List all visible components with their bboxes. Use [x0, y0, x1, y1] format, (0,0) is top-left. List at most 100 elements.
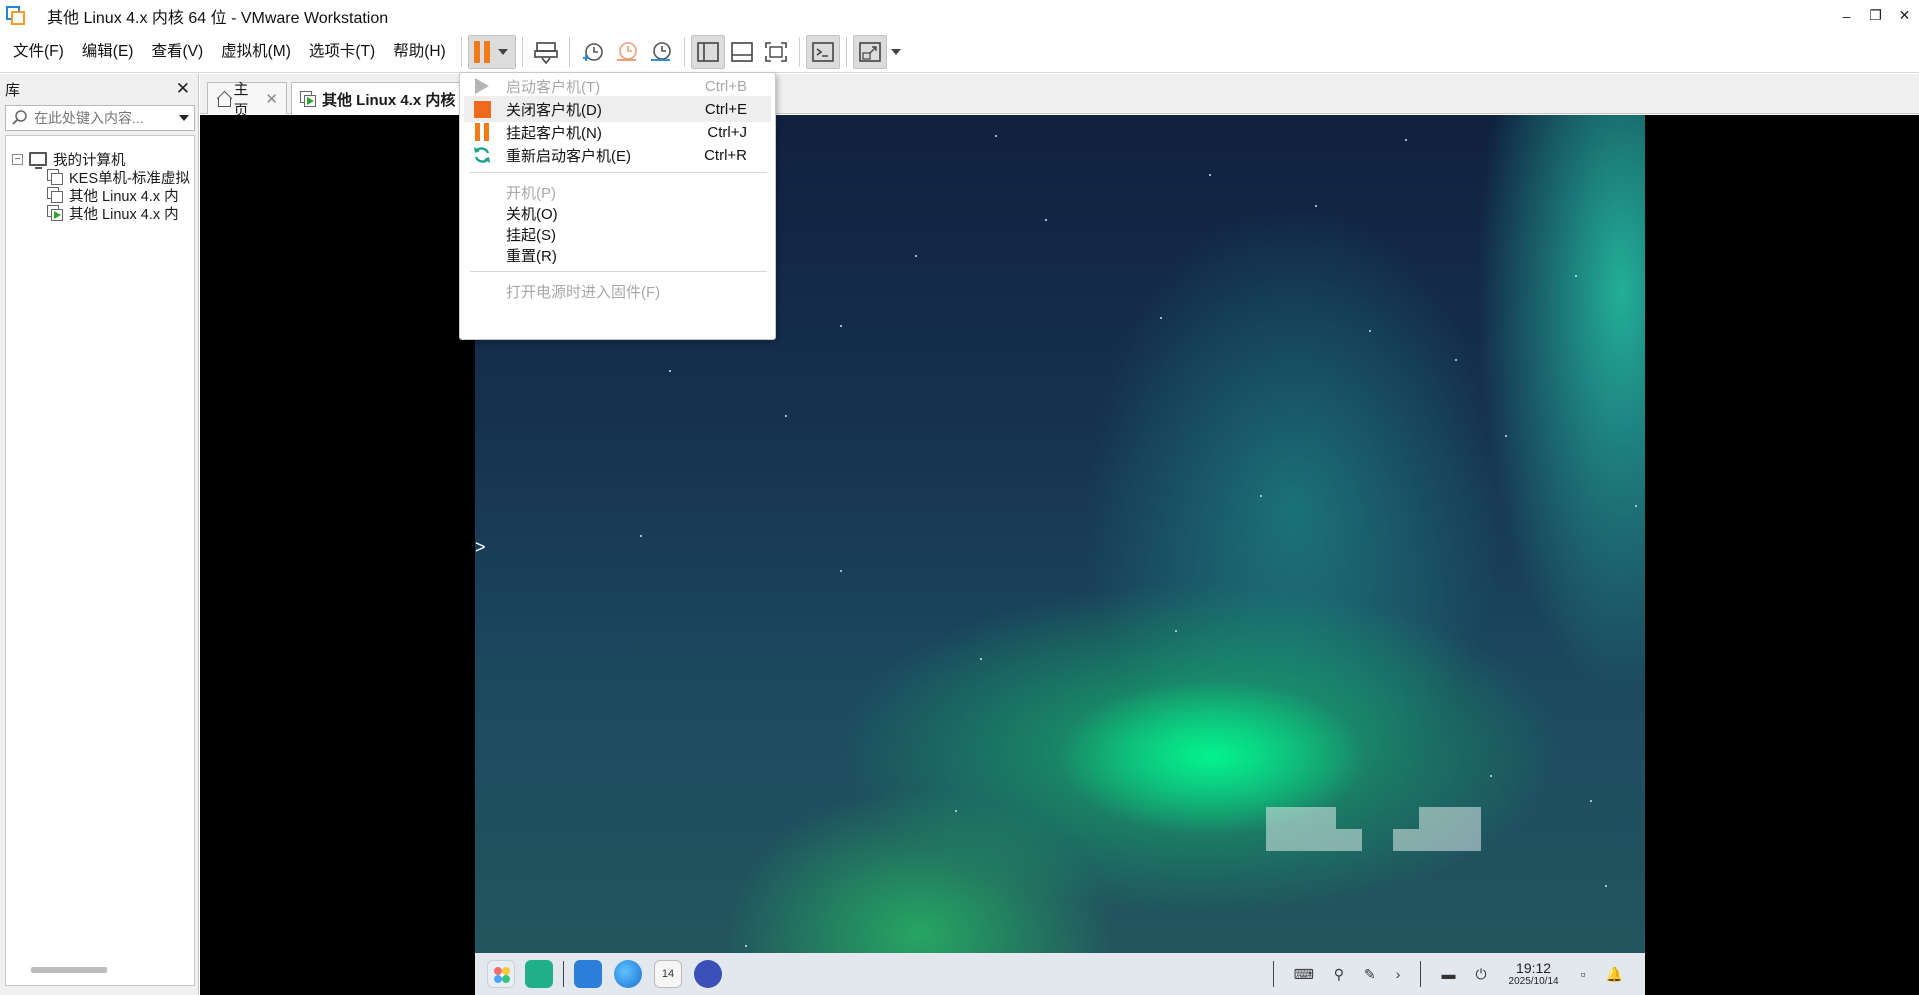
show-library-button[interactable] — [690, 34, 725, 69]
keyboard-icon[interactable]: ⌨ — [1294, 966, 1314, 983]
guest-taskbar: 14 ⌨ ⚲ ✎ › ▬ ⏻ 19:12 2025/10/14 ▫ 🔔 — [475, 953, 1645, 995]
menu-divider — [470, 271, 767, 272]
vmware-logo-icon — [5, 5, 27, 27]
pause-icon — [473, 40, 490, 63]
vm-icon — [47, 168, 64, 186]
search-dropdown-icon[interactable] — [179, 115, 189, 121]
star — [1590, 800, 1592, 802]
calendar-icon[interactable]: 14 — [654, 960, 682, 988]
tab-label: 主页 — [233, 80, 249, 119]
toolbar-separator — [798, 36, 800, 67]
desktop-widget-shape — [1393, 829, 1419, 851]
restore-button[interactable]: ❐ — [1861, 0, 1890, 31]
menu-tabs[interactable]: 选项卡(T) — [300, 31, 384, 73]
tab-label: 其他 Linux 4.x 内核 — [322, 91, 456, 109]
usb-icon[interactable]: ⚲ — [1334, 966, 1344, 983]
toolbar-separator — [521, 36, 523, 67]
star — [1575, 275, 1577, 277]
file-manager-icon[interactable] — [525, 960, 553, 988]
star — [1175, 630, 1177, 632]
menu-help[interactable]: 帮助(H) — [384, 31, 455, 73]
pen-icon[interactable]: ✎ — [1364, 966, 1376, 983]
star — [669, 370, 671, 372]
star — [1505, 435, 1507, 437]
snapshot-manager-button[interactable] — [644, 35, 678, 69]
library-pane: 库 ✕ − 我的计算机 KES单机-标准虚拟 其他 Linux 4.x 内 其他… — [0, 74, 199, 995]
star — [785, 415, 787, 417]
collapse-icon[interactable]: − — [12, 153, 23, 165]
star — [1369, 330, 1371, 332]
star — [1490, 775, 1492, 777]
browser-icon[interactable] — [614, 960, 642, 988]
clock-time: 19:12 — [1516, 960, 1552, 976]
window-title: 其他 Linux 4.x 内核 64 位 - VMware Workstatio… — [47, 9, 389, 27]
storage-icon[interactable]: ▬ — [1441, 966, 1455, 982]
minimize-button[interactable]: – — [1832, 0, 1861, 31]
settings-gear-icon[interactable] — [694, 960, 722, 988]
star — [1045, 219, 1047, 221]
stop-icon — [472, 99, 492, 119]
tab-vm[interactable]: 其他 Linux 4.x 内核 — [291, 82, 481, 115]
vm-running-icon — [47, 204, 64, 222]
start-menu-icon[interactable] — [487, 960, 515, 988]
star — [1605, 885, 1607, 887]
play-icon — [472, 76, 492, 96]
menu-item-reset[interactable]: 重置(R) — [460, 242, 775, 268]
tab-strip: 主页 ✕ 其他 Linux 4.x 内核 — [200, 74, 1919, 119]
power-dropdown-button[interactable] — [467, 34, 516, 69]
toolbar-separator — [460, 36, 462, 67]
clipboard-icon[interactable]: ▫ — [1581, 966, 1586, 982]
horizontal-scrollbar[interactable] — [31, 967, 107, 973]
desktop-widget-shape — [1419, 807, 1481, 851]
menu-edit[interactable]: 编辑(E) — [73, 31, 143, 73]
tab-close-button[interactable]: ✕ — [265, 90, 278, 108]
library-title: 库 — [5, 81, 21, 99]
send-keys-icon — [533, 41, 558, 64]
star — [980, 658, 982, 660]
library-close-button[interactable]: ✕ — [176, 79, 190, 99]
star — [745, 945, 747, 947]
take-snapshot-button[interactable] — [576, 35, 610, 69]
show-thumbnail-bar-button[interactable] — [725, 35, 759, 69]
power-icon[interactable]: ⏻ — [1475, 966, 1486, 983]
library-search[interactable] — [5, 105, 195, 131]
home-icon — [216, 92, 231, 107]
revert-snapshot-button[interactable] — [610, 35, 644, 69]
library-layout-icon — [696, 41, 719, 62]
library-tree: − 我的计算机 KES单机-标准虚拟 其他 Linux 4.x 内 其他 Lin… — [5, 135, 195, 986]
desktop-widget-shape — [1336, 829, 1362, 851]
power-menu: 启动客户机(T) Ctrl+B 关闭客户机(D) Ctrl+E 挂起客户机(N)… — [459, 72, 776, 340]
software-store-icon[interactable] — [574, 960, 602, 988]
chevron-down-icon — [497, 48, 508, 55]
toolbar-separator — [845, 36, 847, 67]
close-window-button[interactable]: ✕ — [1890, 0, 1919, 31]
clock-date: 2025/10/14 — [1508, 976, 1559, 987]
menu-item-power-on-to-firmware[interactable]: 打开电源时进入固件(F) — [460, 278, 775, 304]
terminal-icon — [811, 41, 834, 62]
clock[interactable]: 19:12 2025/10/14 — [1509, 961, 1559, 987]
revert-clock-icon — [616, 41, 637, 61]
menu-file[interactable]: 文件(F) — [0, 31, 73, 73]
library-search-input[interactable] — [34, 110, 164, 126]
stretch-options-chevron-icon[interactable] — [890, 48, 901, 55]
menu-item-restart-guest[interactable]: 重新启动客户机(E) Ctrl+R — [460, 142, 775, 168]
menu-vm[interactable]: 虚拟机(M) — [212, 31, 300, 73]
snapshot-manager-icon — [650, 41, 671, 61]
chevron-right-icon[interactable]: › — [1396, 966, 1401, 982]
star — [1405, 139, 1407, 141]
tab-home[interactable]: 主页 ✕ — [207, 81, 287, 119]
vm-icon — [47, 186, 64, 204]
send-ctrl-alt-del-button[interactable] — [529, 35, 563, 69]
notification-bell-icon[interactable]: 🔔 — [1606, 966, 1623, 983]
tree-item-vm-running[interactable]: 其他 Linux 4.x 内 — [47, 203, 179, 223]
console-view-button[interactable] — [805, 34, 840, 69]
taskbar-separator — [1420, 961, 1422, 987]
full-screen-button[interactable] — [759, 35, 793, 69]
vm-console[interactable]: > 14 ⌨ ⚲ ✎ › ▬ ⏻ 19:12 2025/10/14 ▫ 🔔 — [200, 115, 1919, 995]
stretch-guest-button[interactable] — [852, 34, 887, 69]
menu-divider — [470, 172, 767, 173]
tree-item-label: 其他 Linux 4.x 内 — [69, 206, 179, 223]
star — [840, 570, 842, 572]
star — [955, 810, 957, 812]
menu-view[interactable]: 查看(V) — [142, 31, 212, 73]
